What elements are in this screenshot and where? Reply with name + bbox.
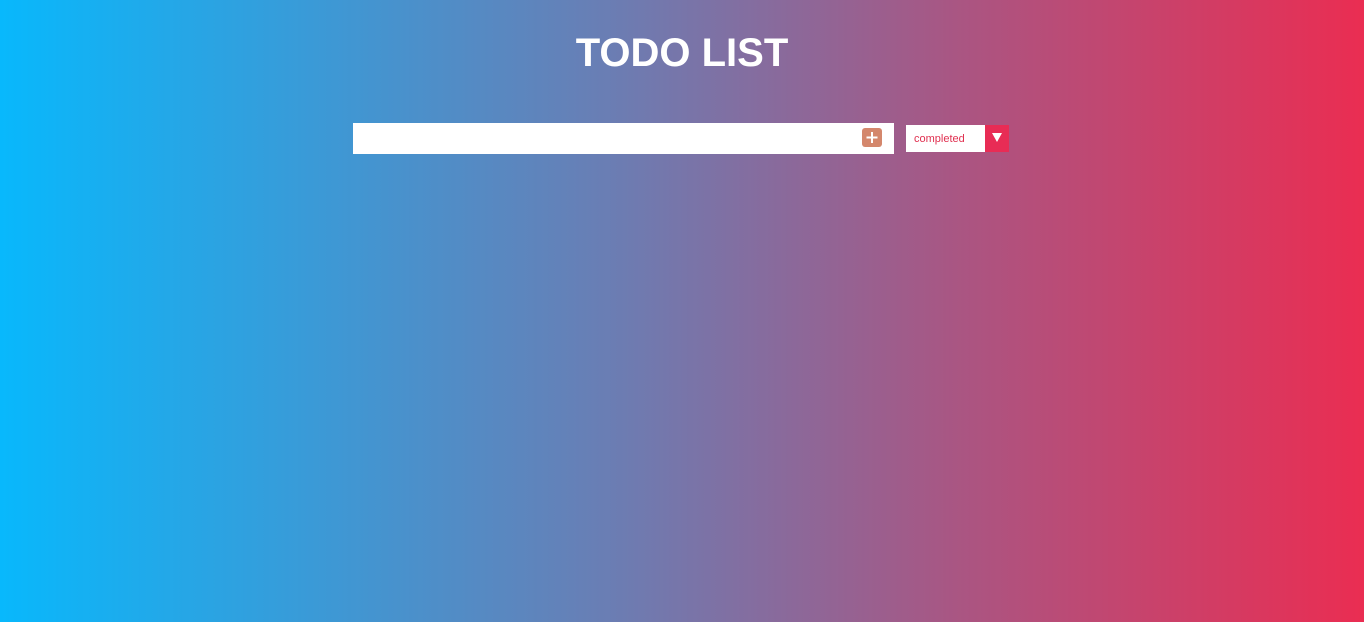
todo-input[interactable]: [353, 123, 853, 154]
todo-form: [353, 123, 894, 154]
chevron-down-icon: [985, 133, 1009, 143]
filter-dropdown-button[interactable]: [985, 125, 1009, 152]
filter-selected-value: completed: [914, 133, 965, 145]
add-todo-button[interactable]: [862, 128, 882, 147]
page-title: TODO LIST: [575, 31, 789, 75]
plus-icon: [862, 128, 882, 147]
filter-select[interactable]: completed: [906, 125, 1009, 152]
